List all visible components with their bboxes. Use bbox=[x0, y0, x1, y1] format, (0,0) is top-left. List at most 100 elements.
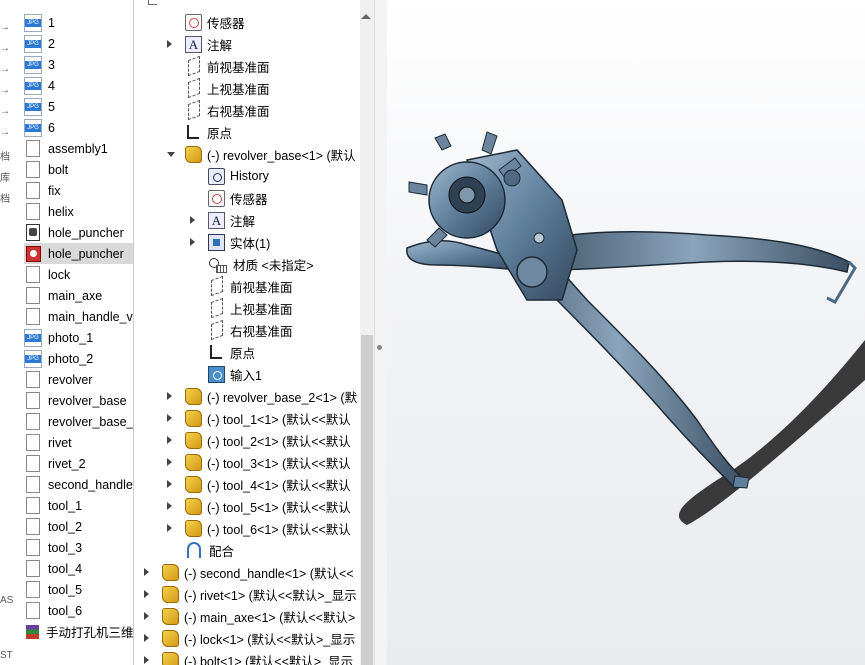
file-item[interactable]: 4 bbox=[24, 75, 133, 96]
chevron-right-icon[interactable] bbox=[167, 480, 172, 488]
edge-char: 档 bbox=[0, 152, 10, 163]
tree-item[interactable]: 原点 bbox=[208, 341, 255, 363]
file-item[interactable]: 手动打孔机三维 bbox=[24, 621, 133, 642]
origin-icon bbox=[210, 345, 222, 359]
tree-item-label: 实体(1) bbox=[230, 236, 271, 251]
file-item[interactable]: photo_1 bbox=[24, 327, 133, 348]
chevron-right-icon[interactable] bbox=[167, 524, 172, 532]
tree-item[interactable]: (-) second_handle<1> (默认<< bbox=[162, 561, 354, 583]
chevron-right-icon[interactable] bbox=[167, 436, 172, 444]
chevron-right-icon[interactable] bbox=[167, 458, 172, 466]
chevron-right-icon[interactable] bbox=[144, 568, 149, 576]
file-item[interactable]: hole_puncher bbox=[24, 222, 133, 243]
tree-item[interactable]: (-) revolver_base_2<1> (默 bbox=[185, 385, 357, 407]
tree-item[interactable]: A 注解 bbox=[185, 33, 232, 55]
chevron-right-icon[interactable] bbox=[190, 238, 195, 246]
file-name: 手动打孔机三维 bbox=[46, 626, 133, 640]
tree-item-label: 右视基准面 bbox=[207, 104, 270, 119]
feature-manager-tree: 传感器 A 注解 前视基准面 上视基准面 右视基准面 原点 (-) revolver_base… bbox=[133, 0, 375, 665]
lock-screw bbox=[533, 232, 545, 244]
model-shadow bbox=[678, 340, 865, 525]
file-item[interactable]: 6 bbox=[24, 117, 133, 138]
tree-item[interactable]: (-) tool_3<1> (默认<<默认 bbox=[185, 451, 351, 473]
tree-item[interactable]: 实体(1) bbox=[208, 231, 270, 253]
file-item[interactable]: tool_1 bbox=[24, 495, 133, 516]
file-item[interactable]: revolver bbox=[24, 369, 133, 390]
file-item[interactable]: 5 bbox=[24, 96, 133, 117]
chevron-right-icon[interactable] bbox=[167, 392, 172, 400]
tree-item[interactable]: 配合 bbox=[185, 539, 234, 561]
file-item[interactable]: assembly1 bbox=[24, 138, 133, 159]
tree-item[interactable]: 前视基准面 bbox=[208, 275, 293, 297]
file-item[interactable]: tool_2 bbox=[24, 516, 133, 537]
tree-item[interactable]: (-) rivet<1> (默认<<默认>_显示 bbox=[162, 583, 357, 605]
plane-icon bbox=[188, 99, 200, 121]
file-item[interactable]: tool_5 bbox=[24, 579, 133, 600]
tree-item[interactable]: (-) tool_6<1> (默认<<默认 bbox=[185, 517, 351, 539]
file-item[interactable]: tool_3 bbox=[24, 537, 133, 558]
tree-item[interactable]: 上视基准面 bbox=[185, 77, 270, 99]
part-icon bbox=[185, 497, 202, 515]
file-item[interactable]: main_axe bbox=[24, 285, 133, 306]
tree-item[interactable]: 传感器 bbox=[208, 187, 268, 209]
chevron-down-icon[interactable] bbox=[167, 152, 175, 157]
file-item[interactable]: photo_2 bbox=[24, 348, 133, 369]
chevron-right-icon[interactable] bbox=[167, 40, 172, 48]
file-item[interactable]: 1 bbox=[24, 12, 133, 33]
file-item[interactable]: second_handle bbox=[24, 474, 133, 495]
pane-splitter[interactable] bbox=[374, 0, 388, 665]
chevron-right-icon[interactable] bbox=[167, 414, 172, 422]
file-item[interactable]: fix bbox=[24, 180, 133, 201]
file-item[interactable]: rivet bbox=[24, 432, 133, 453]
file-item[interactable]: main_handle_v bbox=[24, 306, 133, 327]
tree-item[interactable]: 原点 bbox=[185, 121, 232, 143]
tree-item[interactable]: 输入1 bbox=[208, 363, 262, 385]
file-item[interactable]: helix bbox=[24, 201, 133, 222]
edge-char: → bbox=[0, 64, 10, 75]
tree-item[interactable]: 上视基准面 bbox=[208, 297, 293, 319]
tree-item[interactable]: 前视基准面 bbox=[185, 55, 270, 77]
part-icon bbox=[185, 387, 202, 405]
hole-puncher-model[interactable] bbox=[387, 0, 865, 665]
tree-item[interactable]: (-) main_axe<1> (默认<<默认> bbox=[162, 605, 355, 627]
tree-item[interactable]: (-) tool_2<1> (默认<<默认 bbox=[185, 429, 351, 451]
file-name: hole_puncher bbox=[48, 225, 124, 240]
tree-item[interactable]: History bbox=[208, 165, 269, 187]
graphics-viewport[interactable] bbox=[387, 0, 865, 665]
file-item[interactable]: hole_puncher bbox=[24, 243, 133, 264]
file-item[interactable]: lock bbox=[24, 264, 133, 285]
tree-item[interactable]: (-) bolt<1> (默认<<默认>_显示 bbox=[162, 649, 353, 665]
file-item[interactable]: 2 bbox=[24, 33, 133, 54]
tree-item[interactable]: 右视基准面 bbox=[185, 99, 270, 121]
file-item[interactable]: revolver_base bbox=[24, 390, 133, 411]
chevron-right-icon[interactable] bbox=[167, 502, 172, 510]
tree-item[interactable]: (-) tool_4<1> (默认<<默认 bbox=[185, 473, 351, 495]
tree-item[interactable]: 传感器 bbox=[185, 11, 245, 33]
chevron-right-icon[interactable] bbox=[144, 590, 149, 598]
chevron-right-icon[interactable] bbox=[190, 216, 195, 224]
file-item[interactable]: tool_4 bbox=[24, 558, 133, 579]
tree-item[interactable]: (-) tool_5<1> (默认<<默认 bbox=[185, 495, 351, 517]
part-icon bbox=[162, 585, 179, 603]
tree-item[interactable]: (-) revolver_base<1> (默认 bbox=[185, 143, 356, 165]
edge-char: → bbox=[0, 106, 10, 117]
chevron-right-icon[interactable] bbox=[144, 634, 149, 642]
file-item[interactable]: 3 bbox=[24, 54, 133, 75]
tree-item[interactable]: (-) tool_1<1> (默认<<默认 bbox=[185, 407, 351, 429]
file-item[interactable]: rivet_2 bbox=[24, 453, 133, 474]
tree-item[interactable]: A 注解 bbox=[208, 209, 255, 231]
tree-item[interactable]: (-) lock<1> (默认<<默认>_显示 bbox=[162, 627, 355, 649]
tree-item[interactable]: 右视基准面 bbox=[208, 319, 293, 341]
tree-item[interactable]: 材质 <未指定> bbox=[208, 253, 314, 275]
file-icon bbox=[26, 203, 40, 220]
file-icon bbox=[26, 287, 40, 304]
chevron-right-icon[interactable] bbox=[144, 656, 149, 664]
file-item[interactable]: revolver_base_ bbox=[24, 411, 133, 432]
scroll-up-arrow-icon[interactable] bbox=[361, 14, 371, 19]
file-item[interactable]: tool_6 bbox=[24, 600, 133, 621]
file-name: revolver_base_ bbox=[48, 414, 133, 429]
splitter-grip-icon[interactable] bbox=[377, 345, 382, 350]
tree-scrollbar-thumb[interactable] bbox=[361, 335, 373, 665]
chevron-right-icon[interactable] bbox=[144, 612, 149, 620]
file-item[interactable]: bolt bbox=[24, 159, 133, 180]
